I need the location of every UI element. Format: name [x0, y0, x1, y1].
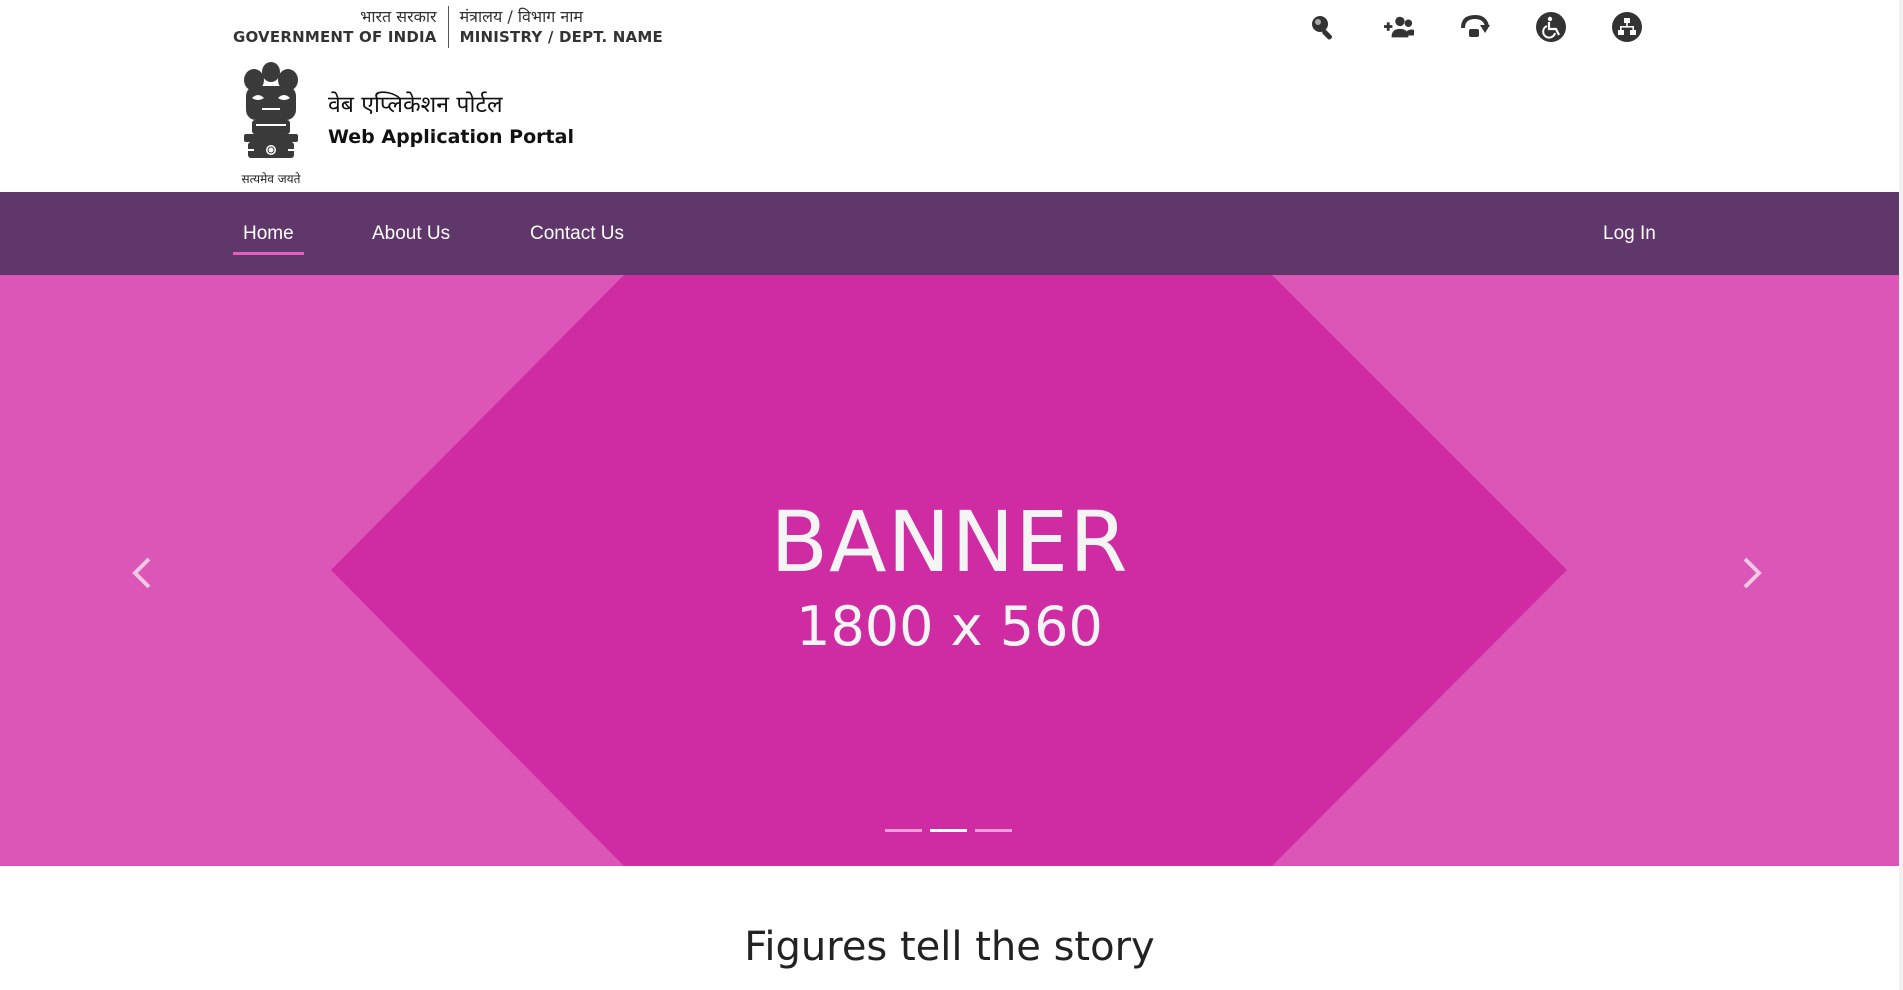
accessibility-icon [1536, 12, 1566, 42]
main-navigation: Home About Us Contact Us Log In [0, 192, 1899, 275]
government-of-india: भारत सरकार GOVERNMENT OF INDIA [233, 6, 449, 48]
gov-english-label: GOVERNMENT OF INDIA [233, 28, 437, 46]
ministry-name: मंत्रालय / विभाग नाम MINISTRY / DEPT. NA… [449, 6, 663, 48]
search-button[interactable] [1308, 12, 1338, 42]
page: भारत सरकार GOVERNMENT OF INDIA मंत्रालय … [0, 0, 1903, 990]
nav-home[interactable]: Home [233, 192, 304, 275]
accessibility-button[interactable] [1536, 12, 1566, 42]
banner-carousel: BANNER 1800 x 560 [0, 275, 1899, 866]
carousel-next-button[interactable] [1727, 543, 1777, 603]
chevron-left-icon [132, 557, 151, 589]
carousel-indicator-2[interactable] [930, 829, 967, 832]
chevron-right-icon [1743, 557, 1762, 589]
portal-title[interactable]: वेब एप्लिकेशन पोर्टल Web Application Por… [328, 90, 574, 152]
search-icon [1312, 16, 1332, 40]
nav-contact-us[interactable]: Contact Us [520, 192, 634, 275]
ministry-hindi-label: मंत्रालय / विभाग नाम [459, 7, 583, 26]
banner-title: BANNER [770, 493, 1129, 591]
page-scrollbar[interactable] [1899, 0, 1903, 990]
carousel-indicator-1[interactable] [885, 829, 922, 832]
skip-to-content-icon [1461, 14, 1490, 37]
portal-title-english: Web Application Portal [328, 126, 574, 148]
carousel-indicators [885, 829, 1012, 832]
national-emblem[interactable]: सत्यमेव जयते [232, 58, 310, 188]
government-identity: भारत सरकार GOVERNMENT OF INDIA मंत्रालय … [233, 6, 663, 48]
nav-about-us[interactable]: About Us [362, 192, 460, 275]
login-link[interactable]: Log In [1593, 192, 1666, 275]
site-header: भारत सरकार GOVERNMENT OF INDIA मंत्रालय … [0, 0, 1899, 192]
sitemap-users-icon [1384, 16, 1414, 38]
sitemap-icon [1612, 12, 1642, 42]
national-emblem-icon [244, 62, 298, 158]
header-tools [1308, 12, 1642, 42]
figures-section-title: Figures tell the story [744, 924, 1155, 970]
carousel-indicator-3[interactable] [975, 829, 1012, 832]
carousel-prev-button[interactable] [117, 543, 167, 603]
portal-title-hindi: वेब एप्लिकेशन पोर्टल [328, 92, 503, 118]
sitemap-button[interactable] [1612, 12, 1642, 42]
emblem-caption: सत्यमेव जयते [241, 172, 301, 186]
social-users-button[interactable] [1384, 12, 1414, 42]
banner-subtitle: 1800 x 560 [796, 595, 1103, 658]
ministry-english-label: MINISTRY / DEPT. NAME [459, 28, 663, 46]
gov-hindi-label: भारत सरकार [360, 7, 437, 26]
skip-to-content-button[interactable] [1460, 12, 1490, 42]
